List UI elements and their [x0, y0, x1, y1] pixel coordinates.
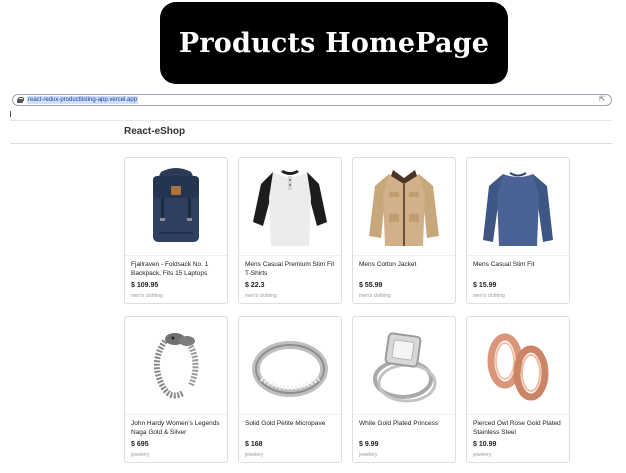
- bracelet-icon: [153, 333, 199, 399]
- header-top-border: [10, 120, 612, 121]
- ring-band-icon: [252, 341, 328, 397]
- product-title[interactable]: White Gold Plated Princess: [359, 420, 453, 429]
- product-price: $ 10.99: [473, 441, 497, 448]
- product-image[interactable]: [125, 317, 227, 413]
- product-category: jewelery: [131, 452, 150, 458]
- product-card[interactable]: Solid Gold Petite Micropave $ 168 jewele…: [238, 316, 342, 463]
- product-category: jewelery: [473, 452, 492, 458]
- card-divider: [125, 414, 227, 415]
- product-category: men's clothing: [359, 293, 391, 299]
- address-bar[interactable]: react-redux-productlisting-app.vercel.ap…: [12, 94, 612, 106]
- product-title[interactable]: John Hardy Women's Legends Naga Gold & S…: [131, 420, 225, 437]
- product-image[interactable]: [353, 317, 455, 413]
- product-title[interactable]: Mens Casual Premium Slim Fit T-Shirts: [245, 261, 339, 278]
- product-card[interactable]: Mens Casual Premium Slim Fit T-Shirts $ …: [238, 157, 342, 304]
- product-category: men's clothing: [473, 293, 505, 299]
- long-sleeve-shirt-icon: [483, 172, 553, 246]
- product-category: men's clothing: [245, 293, 277, 299]
- card-divider: [125, 255, 227, 256]
- product-image[interactable]: [239, 158, 341, 254]
- product-title[interactable]: Pierced Owl Rose Gold Plated Stainless S…: [473, 420, 567, 437]
- product-price: $ 22.3: [245, 282, 265, 289]
- product-category: jewelery: [359, 452, 378, 458]
- product-image[interactable]: [353, 158, 455, 254]
- product-card[interactable]: Fjallraven - Foldsack No. 1 Backpack, Fi…: [124, 157, 228, 304]
- jacket-icon: [369, 170, 439, 246]
- url-text[interactable]: react-redux-productlisting-app.vercel.ap…: [27, 96, 139, 104]
- backpack-icon: [153, 168, 199, 242]
- ear-tunnel-icon: [487, 333, 549, 401]
- product-card[interactable]: John Hardy Women's Legends Naga Gold & S…: [124, 316, 228, 463]
- product-image[interactable]: [467, 158, 569, 254]
- product-price: $ 55.99: [359, 282, 383, 289]
- product-price: $ 109.95: [131, 282, 159, 289]
- site-brand[interactable]: React-eShop: [124, 126, 185, 137]
- share-icon[interactable]: ⇱: [599, 96, 605, 104]
- diamond-ring-icon: [373, 332, 437, 403]
- product-card[interactable]: White Gold Plated Princess $ 9.99 jewele…: [352, 316, 456, 463]
- card-divider: [467, 255, 569, 256]
- product-title[interactable]: Solid Gold Petite Micropave: [245, 420, 339, 429]
- product-image[interactable]: [239, 317, 341, 413]
- lock-icon[interactable]: [17, 97, 24, 103]
- product-title[interactable]: Mens Cotton Jacket: [359, 261, 453, 270]
- product-price: $ 15.99: [473, 282, 497, 289]
- product-price: $ 695: [131, 441, 149, 448]
- product-card[interactable]: Mens Cotton Jacket $ 55.99 men's clothin…: [352, 157, 456, 304]
- product-price: $ 9.99: [359, 441, 379, 448]
- product-card[interactable]: Mens Casual Slim Fit $ 15.99 men's cloth…: [466, 157, 570, 304]
- raglan-tshirt-icon: [253, 170, 327, 246]
- card-divider: [239, 255, 341, 256]
- header-bottom-border: [10, 143, 612, 144]
- product-category: men's clothing: [131, 293, 163, 299]
- product-title[interactable]: Mens Casual Slim Fit: [473, 261, 567, 270]
- card-divider: [467, 414, 569, 415]
- product-image[interactable]: [467, 317, 569, 413]
- page-banner: Products HomePage: [160, 2, 508, 84]
- product-category: jewelery: [245, 452, 264, 458]
- product-card[interactable]: Pierced Owl Rose Gold Plated Stainless S…: [466, 316, 570, 463]
- card-divider: [353, 255, 455, 256]
- product-title[interactable]: Fjallraven - Foldsack No. 1 Backpack, Fi…: [131, 261, 225, 278]
- banner-title: Products HomePage: [178, 27, 490, 59]
- text-cursor-mark: [10, 111, 11, 117]
- product-price: $ 168: [245, 441, 263, 448]
- product-image[interactable]: [125, 158, 227, 254]
- product-grid: Fjallraven - Foldsack No. 1 Backpack, Fi…: [124, 157, 570, 463]
- card-divider: [353, 414, 455, 415]
- card-divider: [239, 414, 341, 415]
